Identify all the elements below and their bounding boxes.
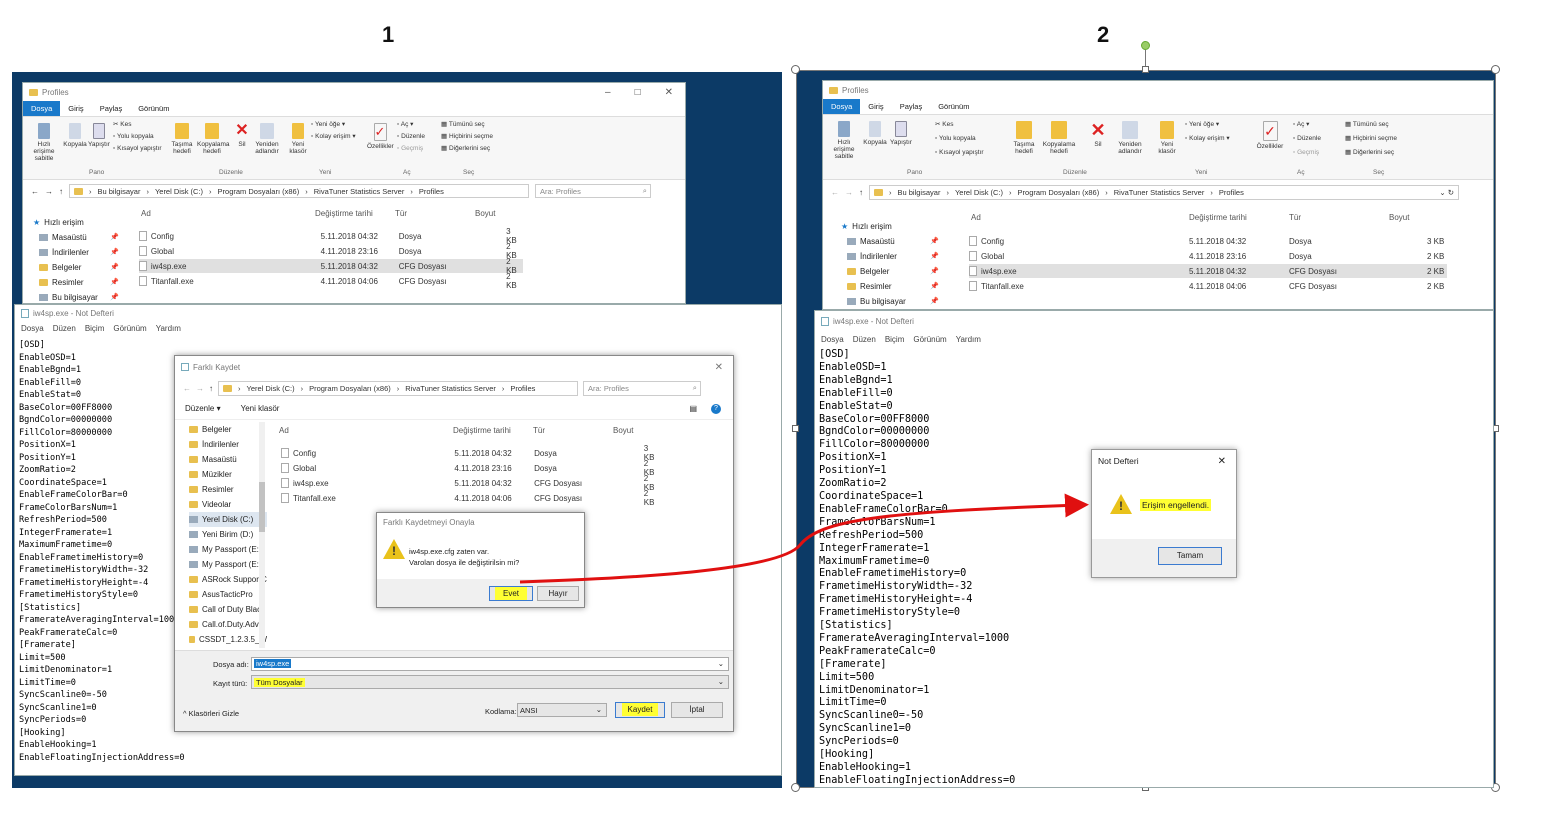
red-arrow [519,493,1089,584]
